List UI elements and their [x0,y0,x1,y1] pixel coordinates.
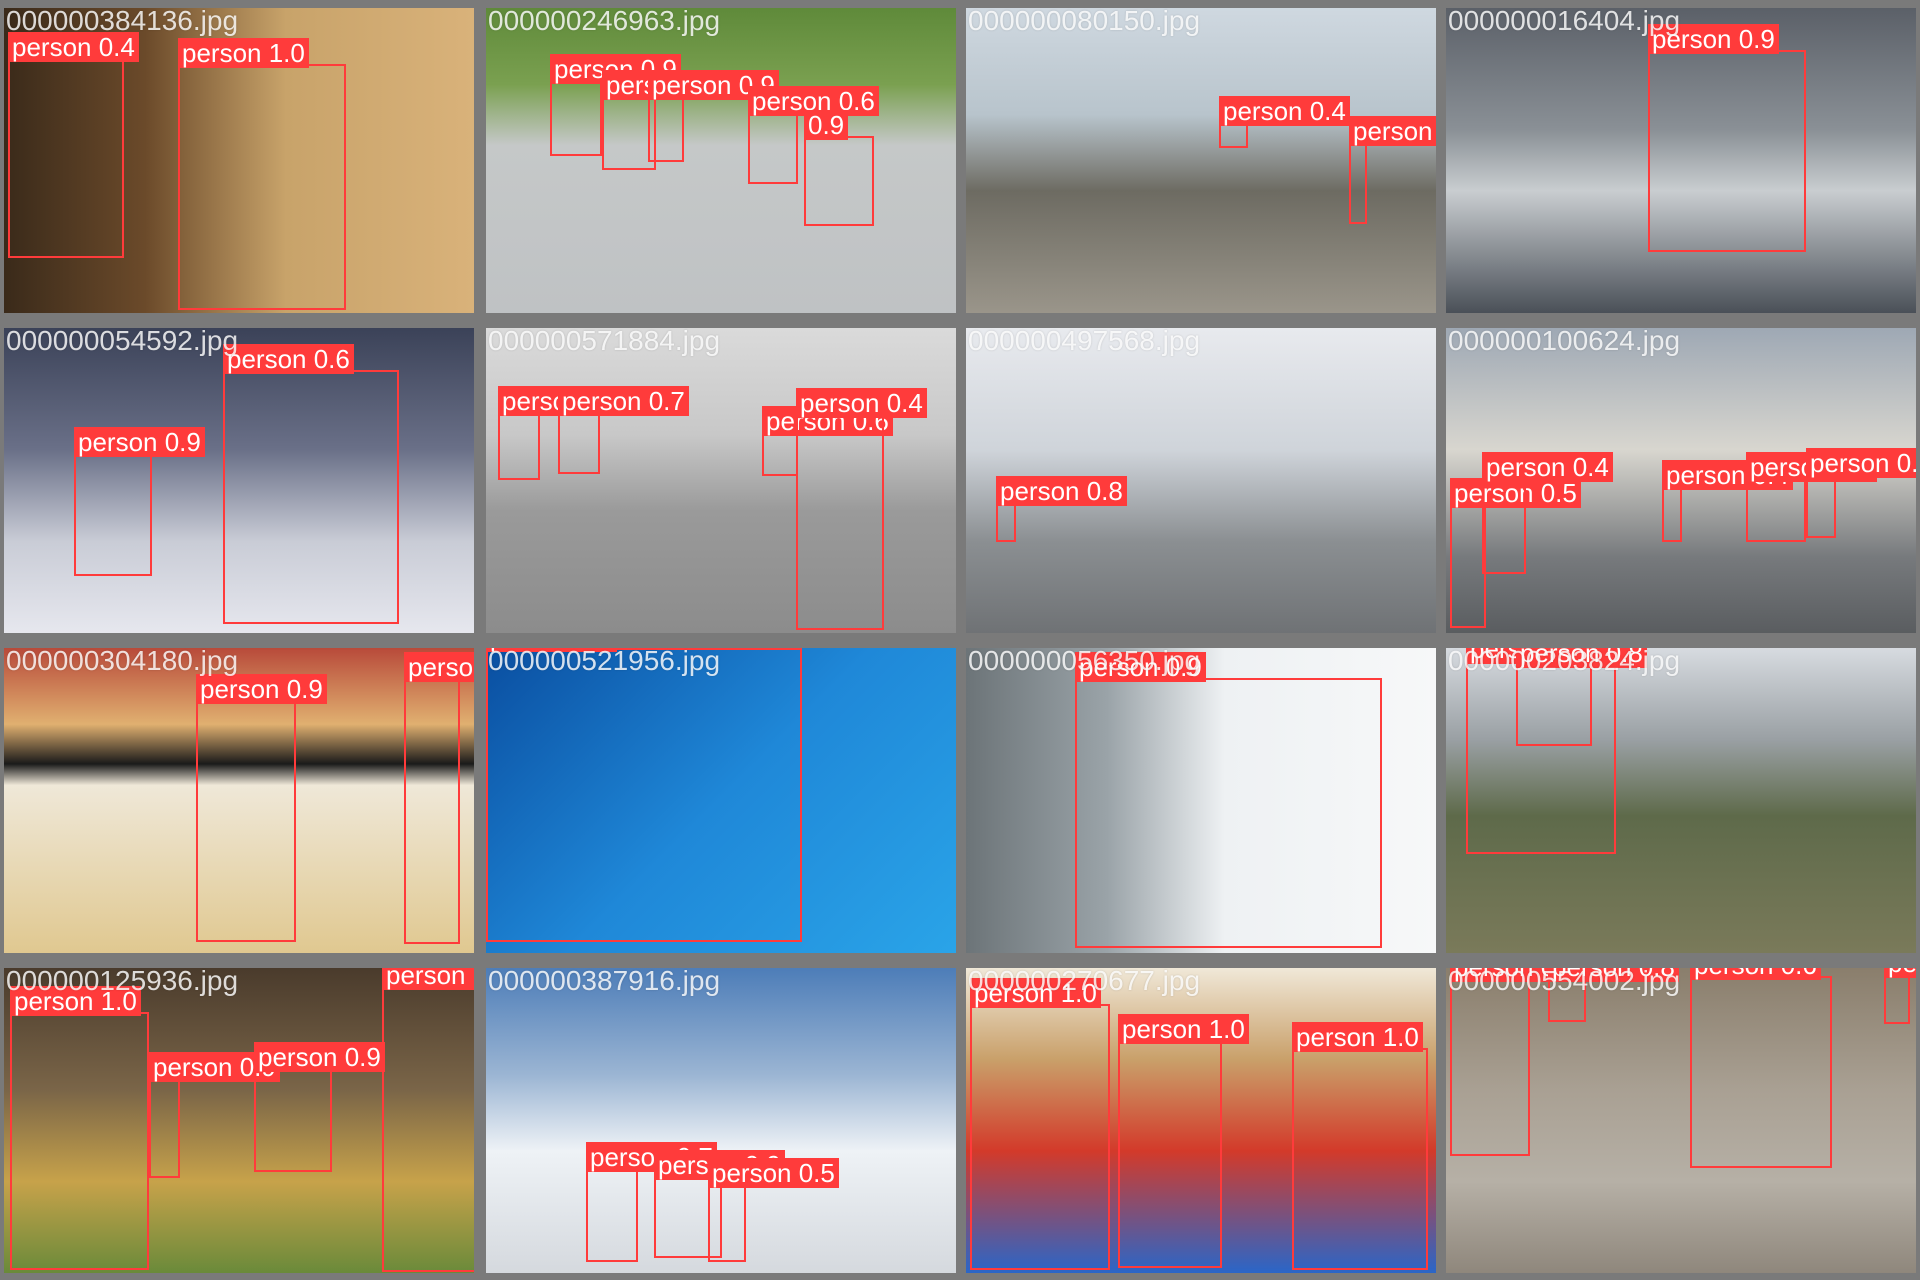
detection-box: person 0.7 [586,1142,717,1262]
detection-box: person 0.9 [254,1042,385,1172]
result-tile-000000246963: person 0.9person 0.9person 0.9person 0.6… [486,8,956,313]
detection-box: person 0.9 [404,652,474,944]
detection-box: person 0.7 [498,386,629,480]
detection-box: person 0.6 [1349,116,1436,224]
detection-box: person 0.9 [486,648,802,942]
detection-box: person 0.6 [762,406,893,476]
detection-box: person 0.5 [1450,478,1581,628]
detection-label: person 0.8 [996,476,1127,506]
detection-label: person 0.8 [1516,648,1647,668]
result-tile-000000056350: person 0.9 000000056350.jpg [966,648,1436,953]
detection-label: person 0.5 [708,1158,839,1188]
detection-box: person 0.4 [8,32,139,258]
detection-box: person 0.4 [1219,96,1350,148]
detection-label: person 0.8 [1548,968,1679,982]
result-tile-000000304180: person 0.9person 0.9000000304180.jpg [4,648,474,953]
detection-box: person 0.9 [1648,24,1806,252]
detection-results-grid: person 0.4 person 1.0 000000384136.jpg pers… [0,0,1920,1280]
detection-label: person 0.4 [1219,96,1350,126]
detection-label: person 0.7 [558,386,689,416]
detection-label: person 0.9 [1806,448,1916,478]
detection-box: person 0.9 [1806,448,1916,538]
detection-box: person 1.0 [382,968,474,1272]
scene-image [486,328,956,633]
result-tile-000000054592: person 0.9 person 0.6 000000054592.jpg [4,328,474,633]
result-tile-000000384136: person 0.4 person 1.0 000000384136.jpg [4,8,474,313]
detection-box: 0.9 [804,110,874,226]
detection-box: person 0.4 [1884,968,1916,1024]
detection-box: person 0.6 [1690,968,1832,1168]
detection-box: person 0.6 [748,86,879,184]
detection-box: person 0.9 [550,54,681,156]
detection-label: person 0.6 [223,344,354,374]
detection-box: person 0.5 [708,1158,839,1262]
detection-label: person 0.9 [74,427,205,457]
detection-box: person 1.0 [1118,1014,1249,1268]
detection-box: person 0.8 [1450,968,1581,1156]
detection-box: person 0.8 [1746,452,1877,542]
result-tile-000000387916: person 0.7person 0.9person 0.50000003879… [486,968,956,1273]
detection-box: person 0.9 [648,70,779,162]
detection-label: person 0.4 [1884,968,1916,978]
result-tile-000000100624: person 0.5person 0.4person 0.4person 0.8… [1446,328,1916,633]
detection-box: person 1.0 [1292,1022,1428,1270]
detection-box: person 0.8 [996,476,1127,542]
detection-box: person 1.0 [10,986,149,1270]
detection-label: person 0.4 [1482,452,1613,482]
result-tile-000000016404: person 0.9 000000016404.jpg [1446,8,1916,313]
result-tile-000000080150: person 0.4person 0.6000000080150.jpg [966,8,1436,313]
result-tile-000000521956: person 0.9000000521956.jpg [486,648,956,953]
detection-label: person 0.9 [1075,652,1206,682]
detection-label: 0.9 [804,110,849,140]
detection-box: person 0.7 [558,386,689,474]
detection-label: person 0.4 [8,32,139,62]
result-tile-000000270677: person 1.0 person 1.0 person 1.0 0000002706… [966,968,1436,1273]
result-tile-000000554002: person 0.8person 0.8 person 0.6 person 0.4… [1446,968,1916,1273]
detection-box: person 0.4 [796,388,927,630]
result-tile-000000497568: person 0.8 000000497568.jpg [966,328,1436,633]
result-tile-000000203824: person 0.3person 0.8000000203824.jpg [1446,648,1916,953]
result-tile-000000125936: person 1.0 person 0.9person 0.9 person 1.0… [4,968,474,1273]
result-tile-000000571884: person 0.7person 0.7 person 0.6person 0.4… [486,328,956,633]
detection-box: person 1.0 [178,38,346,310]
detection-box: person 0.6 [223,344,399,624]
detection-label: person 1.0 [1292,1022,1423,1052]
detection-box: person 0.9 [1075,652,1382,948]
detection-label: person 1.0 [10,986,141,1016]
detection-label: person 0.4 [796,388,927,418]
detection-box: person 0.8 [1548,968,1679,1022]
detection-box: person 0.8 [1516,648,1647,746]
detection-box: person 0.4 [1662,460,1793,542]
detection-label: person 0.9 [196,674,327,704]
detection-label: person 1.0 [970,978,1101,1008]
detection-label: person 1.0 [178,38,309,68]
detection-label: person 0.6 [1690,968,1821,980]
detection-label: person 0.9 [1648,24,1779,54]
detection-box: person 0.4 [1482,452,1613,574]
detection-box: person 0.9 [196,674,327,942]
detection-label: person 0.9 [486,648,617,652]
detection-label: person 0.6 [1349,116,1436,146]
detection-label: person 1.0 [1118,1014,1249,1044]
detection-box: person 1.0 [970,978,1110,1270]
detection-box: person 0.9 [74,427,205,576]
detection-box: person 0.9 [149,1052,280,1178]
detection-label: person 0.9 [254,1042,385,1072]
detection-label: person 0.9 [404,652,474,682]
detection-label: person 1.0 [382,968,474,990]
